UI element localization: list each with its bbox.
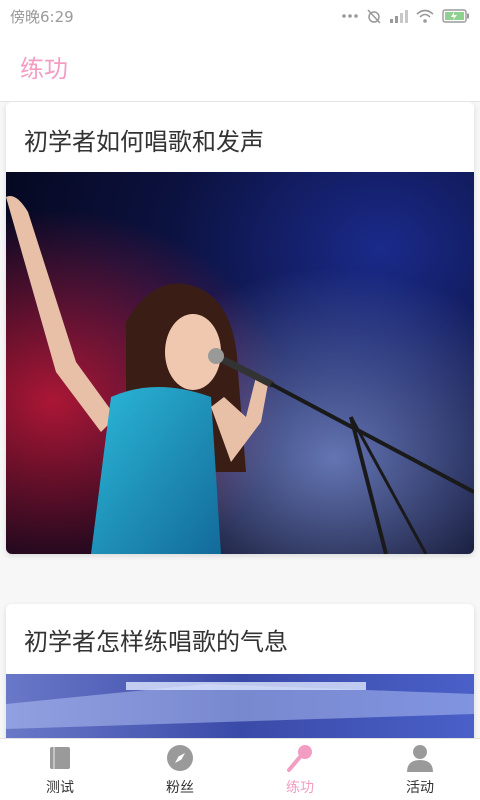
stage-lights-photo[interactable] bbox=[6, 674, 474, 738]
article-list[interactable]: 初学者如何唱歌和发声 初学者怎样练唱歌的气息 bbox=[0, 102, 480, 738]
article-card[interactable]: 初学者如何唱歌和发声 bbox=[6, 102, 474, 554]
nav-item-activity[interactable]: 活动 bbox=[360, 739, 480, 800]
person-icon bbox=[405, 743, 435, 773]
microphone-icon bbox=[285, 743, 315, 773]
article-title[interactable]: 初学者如何唱歌和发声 bbox=[6, 102, 474, 172]
nav-label-test: 测试 bbox=[46, 779, 74, 796]
nav-item-test[interactable]: 测试 bbox=[0, 739, 120, 800]
compass-icon bbox=[165, 743, 195, 773]
wifi-icon bbox=[416, 9, 434, 23]
nav-item-practice[interactable]: 练功 bbox=[240, 739, 360, 800]
battery-charging-icon bbox=[442, 9, 470, 23]
page-title: 练功 bbox=[20, 55, 68, 83]
singer-performing-stage-photo[interactable] bbox=[6, 172, 474, 554]
app-header: 练功 bbox=[0, 32, 480, 102]
bottom-nav: 测试 粉丝 练功 活动 bbox=[0, 738, 480, 800]
article-title[interactable]: 初学者怎样练唱歌的气息 bbox=[6, 604, 474, 674]
more-dots-icon bbox=[342, 13, 358, 19]
status-bar: 傍晚6:29 bbox=[0, 0, 480, 32]
signal-icon bbox=[390, 9, 408, 23]
article-card[interactable]: 初学者怎样练唱歌的气息 bbox=[6, 604, 474, 738]
nav-item-fans[interactable]: 粉丝 bbox=[120, 739, 240, 800]
nav-label-fans: 粉丝 bbox=[166, 779, 194, 796]
status-icons bbox=[342, 8, 470, 24]
book-icon bbox=[45, 743, 75, 773]
nav-label-practice: 练功 bbox=[286, 779, 314, 796]
status-time: 傍晚6:29 bbox=[10, 7, 74, 26]
alarm-off-icon bbox=[366, 8, 382, 24]
nav-label-activity: 活动 bbox=[406, 779, 434, 796]
